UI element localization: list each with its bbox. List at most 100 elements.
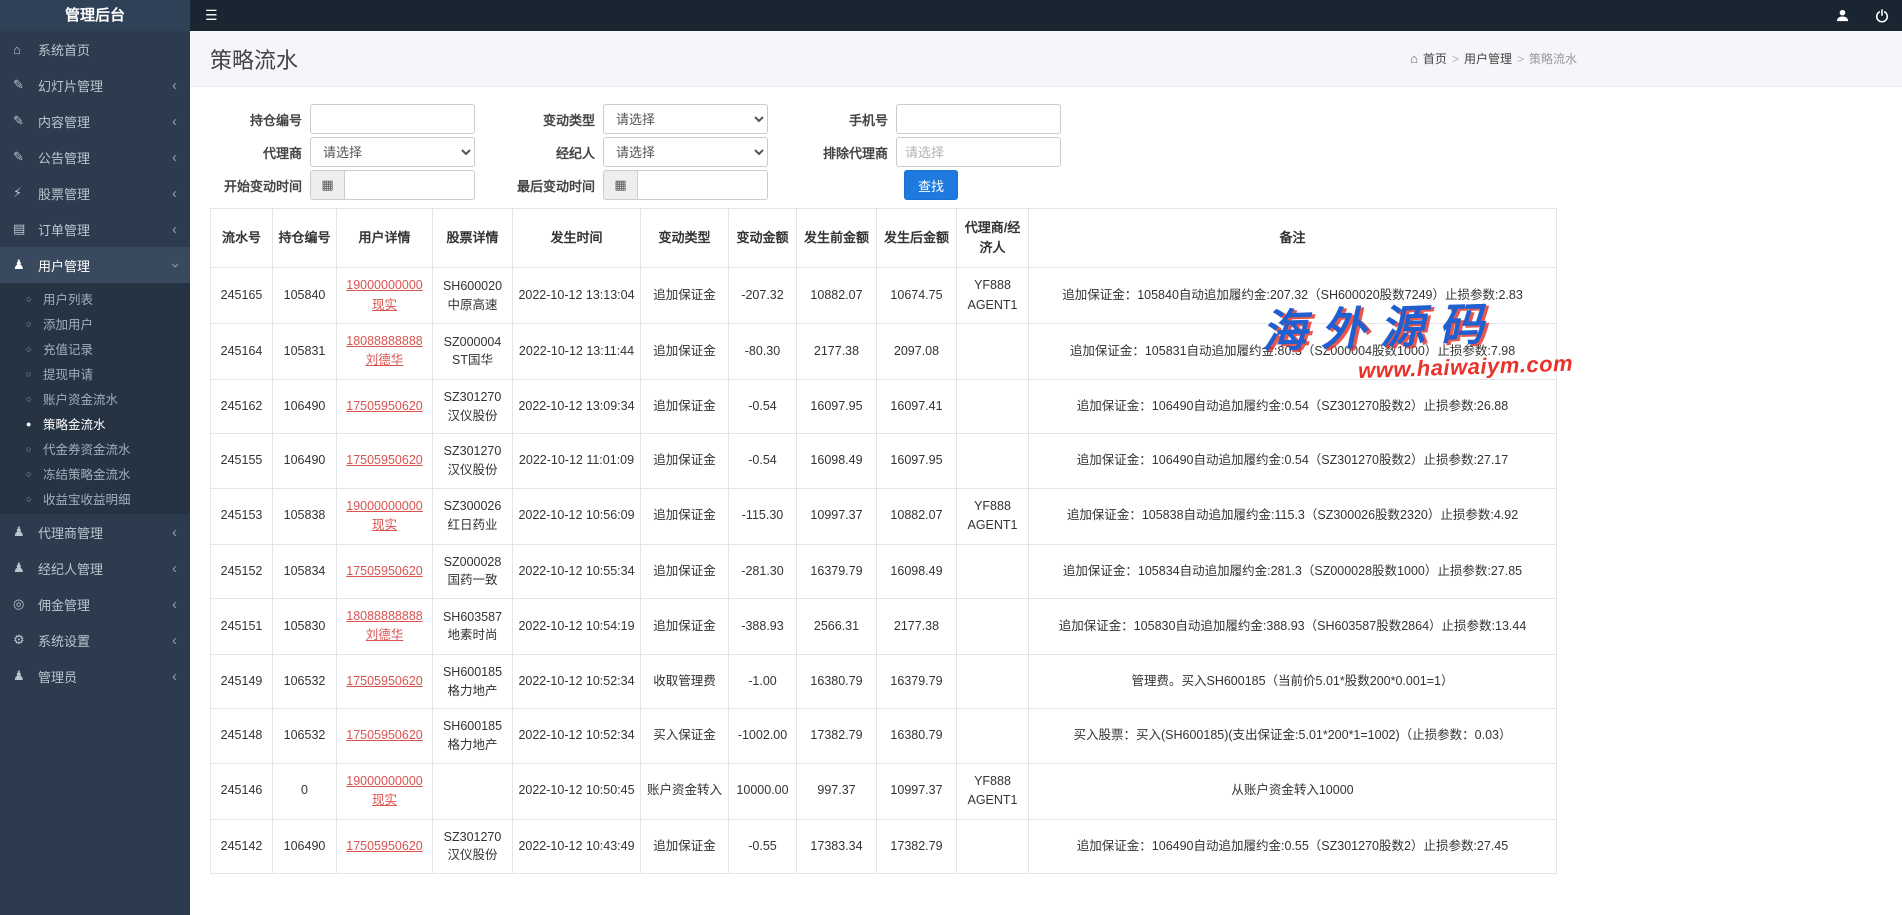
cell-before-amount: 10882.07 [797, 268, 877, 324]
chevron-left-icon: ‹ [172, 78, 177, 93]
chevron-left-icon: ‹ [172, 222, 177, 237]
table-row: 24514910653217505950620SH600185格力地产2022-… [211, 654, 1557, 709]
breadcrumb-home-link[interactable]: 首页 [1423, 50, 1447, 67]
main-area: 策略流水 ⌂ 首页 > 用户管理 > 策略流水 持仓编号 [190, 31, 1902, 915]
user-menu-button[interactable] [1822, 0, 1862, 31]
sidebar-subitem-label: 账户资金流水 [43, 389, 118, 408]
cell-serial: 245149 [211, 654, 273, 709]
cell-change-type: 追加保证金 [641, 434, 729, 489]
cell-before-amount: 16098.49 [797, 434, 877, 489]
cell-before-amount: 16097.95 [797, 379, 877, 434]
user-name-link[interactable]: 现实 [372, 793, 397, 807]
cell-position: 105840 [273, 268, 337, 324]
sidebar-subitem-收益宝收益明细[interactable]: ○收益宝收益明细 [0, 486, 190, 511]
user-phone-link[interactable]: 19000000000 [346, 278, 422, 292]
cell-stock: SZ300026红日药业 [433, 488, 513, 544]
user-name-link[interactable]: 刘德华 [366, 353, 404, 367]
user-phone-link[interactable]: 17505950620 [346, 839, 422, 853]
breadcrumb-separator: > [1452, 52, 1459, 66]
user-phone-link[interactable]: 18088888888 [346, 334, 422, 348]
change-type-select[interactable]: 请选择 [603, 104, 768, 134]
cell-agent-broker: YF888 AGENT1 [957, 488, 1029, 544]
cell-amount: -1002.00 [729, 709, 797, 764]
cell-change-type: 追加保证金 [641, 599, 729, 655]
cell-remark: 追加保证金：105830自动追加履约金:388.93（SH603587股数286… [1029, 599, 1557, 655]
home-icon: ⌂ [1410, 51, 1418, 66]
exclude-agent-input[interactable] [896, 137, 1061, 167]
sidebar-item-管理员[interactable]: ♟管理员‹ [0, 658, 190, 694]
broker-select[interactable]: 请选择 [603, 137, 768, 167]
position-no-input[interactable] [310, 104, 475, 134]
sidebar-item-系统设置[interactable]: ⚙系统设置‹ [0, 622, 190, 658]
sidebar-item-内容管理[interactable]: ✎内容管理‹ [0, 103, 190, 139]
sidebar-subitem-用户列表[interactable]: ○用户列表 [0, 286, 190, 311]
cell-amount: -80.30 [729, 324, 797, 380]
cell-amount: -1.00 [729, 654, 797, 709]
stock-name: 格力地产 [438, 736, 507, 755]
user-name-link[interactable]: 现实 [372, 518, 397, 532]
app-logo[interactable]: 管理后台 [0, 0, 190, 31]
sidebar-subitem-代金券资金流水[interactable]: ○代金券资金流水 [0, 436, 190, 461]
sidebar-item-系统首页[interactable]: ⌂系统首页 [0, 31, 190, 67]
user-phone-link[interactable]: 17505950620 [346, 453, 422, 467]
column-header: 流水号 [211, 209, 273, 268]
cell-after-amount: 2177.38 [877, 599, 957, 655]
stock-code: SZ301270 [438, 388, 507, 407]
user-name-link[interactable]: 现实 [372, 298, 397, 312]
position-no-label: 持仓编号 [210, 110, 310, 129]
logout-button[interactable] [1862, 0, 1902, 31]
sidebar-toggle-button[interactable]: ☰ [190, 0, 233, 31]
sidebar-subitem-提现申请[interactable]: ○提现申请 [0, 361, 190, 386]
calendar-icon: ▦ [310, 170, 344, 200]
end-time-input[interactable] [637, 170, 768, 200]
chevron-left-icon: ‹ [172, 150, 177, 165]
sidebar-subitem-冻结策略金流水[interactable]: ○冻结策略金流水 [0, 461, 190, 486]
start-time-input[interactable] [344, 170, 475, 200]
sidebar-item-代理商管理[interactable]: ♟代理商管理‹ [0, 514, 190, 550]
user-name-link[interactable]: 刘德华 [366, 628, 404, 642]
cell-amount: -0.54 [729, 434, 797, 489]
cell-position: 106532 [273, 654, 337, 709]
column-header: 发生后金额 [877, 209, 957, 268]
page-title: 策略流水 [210, 43, 298, 75]
sidebar-item-label: 佣金管理 [38, 595, 172, 614]
user-phone-link[interactable]: 19000000000 [346, 774, 422, 788]
sidebar-subitem-label: 提现申请 [43, 364, 93, 383]
user-phone-link[interactable]: 19000000000 [346, 499, 422, 513]
user-phone-link[interactable]: 17505950620 [346, 728, 422, 742]
agent-select[interactable]: 请选择 [310, 137, 475, 167]
user-phone-link[interactable]: 17505950620 [346, 674, 422, 688]
sidebar-subitem-充值记录[interactable]: ○充值记录 [0, 336, 190, 361]
stock-name: 汉仪股份 [438, 461, 507, 480]
cell-before-amount: 2566.31 [797, 599, 877, 655]
sidebar: ⌂系统首页✎幻灯片管理‹✎内容管理‹✎公告管理‹⚡股票管理‹▤订单管理‹♟用户管… [0, 31, 190, 915]
sidebar-item-经纪人管理[interactable]: ♟经纪人管理‹ [0, 550, 190, 586]
sidebar-item-公告管理[interactable]: ✎公告管理‹ [0, 139, 190, 175]
sidebar-subitem-添加用户[interactable]: ○添加用户 [0, 311, 190, 336]
user-phone-link[interactable]: 17505950620 [346, 564, 422, 578]
sidebar-item-股票管理[interactable]: ⚡股票管理‹ [0, 175, 190, 211]
user-phone-link[interactable]: 17505950620 [346, 399, 422, 413]
cell-after-amount: 17382.79 [877, 819, 957, 874]
cell-amount: -0.54 [729, 379, 797, 434]
sidebar-item-佣金管理[interactable]: ◎佣金管理‹ [0, 586, 190, 622]
cell-time: 2022-10-12 10:43:49 [513, 819, 641, 874]
cell-before-amount: 10997.37 [797, 488, 877, 544]
sidebar-subitem-账户资金流水[interactable]: ○账户资金流水 [0, 386, 190, 411]
sidebar-item-订单管理[interactable]: ▤订单管理‹ [0, 211, 190, 247]
bolt-icon: ⚡ [13, 185, 33, 201]
sidebar-item-幻灯片管理[interactable]: ✎幻灯片管理‹ [0, 67, 190, 103]
stock-name: 国药一致 [438, 571, 507, 590]
bullet-icon: ○ [26, 494, 43, 504]
cell-serial: 245155 [211, 434, 273, 489]
sidebar-item-用户管理[interactable]: ♟用户管理‹ [0, 247, 190, 283]
cell-stock: SZ301270汉仪股份 [433, 434, 513, 489]
breadcrumb-parent-link[interactable]: 用户管理 [1464, 50, 1512, 67]
calendar-icon: ▦ [603, 170, 637, 200]
sidebar-subitem-策略金流水[interactable]: ●策略金流水 [0, 411, 190, 436]
phone-input[interactable] [896, 104, 1061, 134]
user-phone-link[interactable]: 18088888888 [346, 609, 422, 623]
top-navbar: 管理后台 ☰ [0, 0, 1902, 31]
cell-amount: 10000.00 [729, 763, 797, 819]
search-button[interactable]: 查找 [904, 170, 958, 200]
